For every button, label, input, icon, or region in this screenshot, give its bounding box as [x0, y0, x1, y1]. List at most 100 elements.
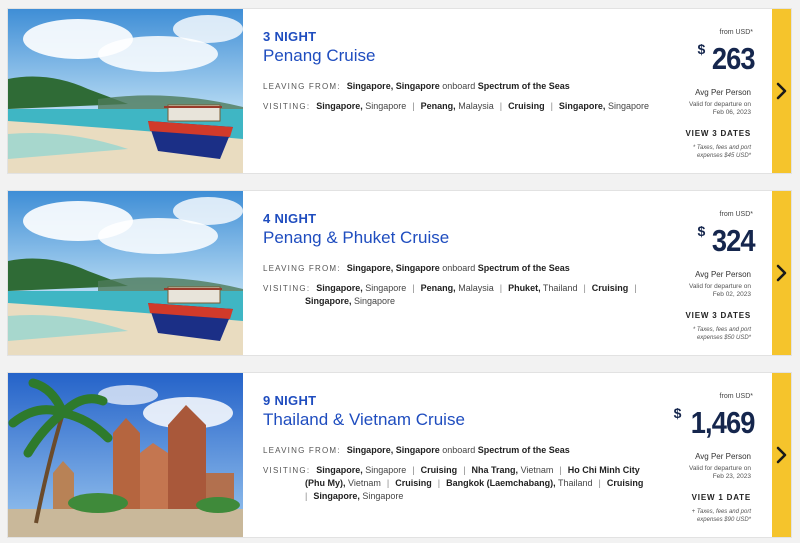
- stop-bold: Cruising: [508, 101, 545, 111]
- cruise-nights: 4 NIGHT: [263, 211, 317, 226]
- stop-bold: Singapore,: [305, 296, 352, 306]
- leaving-from-row: LEAVING FROM: Singapore, Singapore onboar…: [263, 444, 683, 457]
- divider: |: [463, 465, 466, 475]
- visiting-label: VISITING:: [263, 284, 311, 293]
- price-block: from USD* $1,469 Avg Per Person Valid fo…: [657, 393, 757, 524]
- divider: |: [412, 283, 415, 293]
- cruise-name[interactable]: Thailand & Vietnam Cruise: [263, 410, 683, 430]
- divider: |: [437, 478, 441, 488]
- divider: |: [583, 283, 586, 293]
- taxes-line: + Taxes, fees and port: [691, 509, 751, 515]
- stop-bold: Cruising: [395, 478, 432, 488]
- stop-bold: Ho Chi Minh City: [567, 465, 640, 475]
- cruise-card[interactable]: 4 NIGHT Penang & Phuket Cruise LEAVING F…: [7, 190, 792, 356]
- valid-line: Valid for departure on: [688, 283, 751, 290]
- stop-rest: Malaysia: [458, 283, 494, 293]
- view-cruise-button[interactable]: [772, 373, 791, 537]
- cruise-card[interactable]: 9 NIGHT Thailand & Vietnam Cruise LEAVIN…: [7, 372, 792, 538]
- stop-rest: Thailand: [542, 283, 578, 293]
- stop-rest: Thailand: [557, 478, 593, 488]
- cruise-card[interactable]: 3 NIGHT Penang Cruise LEAVING FROM: Singa…: [7, 8, 792, 174]
- from-usd-label: from USD*: [719, 393, 753, 400]
- chevron-right-icon: [776, 82, 787, 100]
- ship-name: Spectrum of the Seas: [477, 445, 570, 455]
- taxes-note: + Taxes, fees and port expenses $90 USD*: [657, 508, 757, 524]
- view-dates-link[interactable]: VIEW 1 DATE: [657, 493, 757, 502]
- cruise-name[interactable]: Penang & Phuket Cruise: [263, 228, 683, 248]
- divider: |: [412, 465, 415, 475]
- taxes-note: * Taxes, fees and port expenses $45 USD*: [657, 144, 757, 160]
- stop-bold: Bangkok (Laemchabang),: [446, 478, 556, 488]
- stop-rest: Singapore: [365, 101, 407, 111]
- leaving-port: Singapore, Singapore: [346, 81, 440, 91]
- chevron-right-icon: [776, 264, 787, 282]
- stop-bold: Singapore,: [558, 101, 606, 111]
- cruise-photo-beach-boat: [8, 191, 243, 355]
- currency-symbol: $: [673, 405, 682, 421]
- valid-date: Feb 02, 2023: [712, 291, 751, 298]
- taxes-line: * Taxes, fees and port: [692, 327, 751, 333]
- price-value: 1,469: [691, 405, 756, 440]
- taxes-line: expenses $50 USD*: [696, 335, 751, 341]
- leaving-port: Singapore, Singapore: [346, 445, 440, 455]
- stop-bold: Penang,: [420, 101, 456, 111]
- stop-rest: Vietnam: [520, 465, 554, 475]
- stop-bold: Cruising: [606, 478, 644, 488]
- cruise-name[interactable]: Penang Cruise: [263, 46, 683, 66]
- valid-date: Feb 23, 2023: [712, 473, 751, 480]
- currency-symbol: $: [697, 223, 706, 239]
- cruise-photo-beach-boat: [8, 9, 243, 173]
- cruise-photo-temple-palm: [8, 373, 243, 537]
- onboard-text: onboard: [442, 445, 476, 455]
- taxes-line: expenses $45 USD*: [696, 153, 751, 159]
- onboard-text: onboard: [442, 263, 476, 273]
- price-value: 324: [712, 223, 756, 258]
- divider: |: [386, 478, 390, 488]
- stop-rest: Singapore: [365, 283, 407, 293]
- leaving-port: Singapore, Singapore: [346, 263, 440, 273]
- divider: |: [598, 478, 601, 488]
- stop-rest: Singapore: [607, 101, 649, 111]
- divider: |: [550, 101, 553, 111]
- visiting-row: VISITING: Singapore, Singapore | Cruising | N…: [263, 464, 683, 503]
- stop-rest: Singapore: [365, 465, 407, 475]
- stop-line3: | Singapore, Singapore: [263, 491, 403, 501]
- leaving-from-label: LEAVING FROM:: [263, 82, 341, 91]
- stop-bold: (Phu My),: [305, 478, 346, 488]
- view-dates-link[interactable]: VIEW 3 DATES: [657, 129, 757, 138]
- onboard-text: onboard: [442, 81, 476, 91]
- view-dates-link[interactable]: VIEW 3 DATES: [657, 311, 757, 320]
- visiting-row: VISITING: Singapore, Singapore | Penang, Ma…: [263, 100, 683, 113]
- ship-name: Spectrum of the Seas: [477, 81, 570, 91]
- from-usd-label: from USD*: [719, 211, 753, 218]
- avg-per-person: Avg Per Person: [695, 452, 751, 461]
- leaving-from-label: LEAVING FROM:: [263, 264, 341, 273]
- valid-line: Valid for departure on: [688, 101, 751, 108]
- taxes-line: * Taxes, fees and port: [692, 145, 751, 151]
- leaving-from-row: LEAVING FROM: Singapore, Singapore onboar…: [263, 80, 683, 93]
- divider: |: [412, 101, 415, 111]
- taxes-note: * Taxes, fees and port expenses $50 USD*: [657, 326, 757, 342]
- stop-bold: Cruising: [420, 465, 458, 475]
- view-cruise-button[interactable]: [772, 191, 791, 355]
- stop-line2: (Phu My), Vietnam | Cruising | Bangkok (Laem…: [263, 478, 643, 488]
- cruise-nights: 3 NIGHT: [263, 29, 317, 44]
- from-usd-label: from USD*: [719, 29, 753, 36]
- price-block: from USD* $263 Avg Per Person Valid for …: [657, 29, 757, 160]
- view-cruise-button[interactable]: [772, 9, 791, 173]
- valid-departure: Valid for departure on Feb 02, 2023: [657, 283, 757, 299]
- visiting-label: VISITING:: [263, 466, 311, 475]
- valid-date: Feb 06, 2023: [712, 109, 751, 116]
- stop-bold: Phuket,: [508, 283, 541, 293]
- avg-per-person: Avg Per Person: [695, 270, 751, 279]
- stop-bold: Nha Trang,: [471, 465, 519, 475]
- stop-line2: Singapore, Singapore: [263, 296, 395, 306]
- divider: |: [634, 283, 637, 293]
- leaving-from-row: LEAVING FROM: Singapore, Singapore onboar…: [263, 262, 683, 275]
- price-amount: $324: [657, 223, 757, 264]
- leaving-from-label: LEAVING FROM:: [263, 446, 341, 455]
- divider: |: [305, 491, 308, 501]
- chevron-right-icon: [776, 446, 787, 464]
- stop-bold: Singapore,: [313, 491, 360, 501]
- price-value: 263: [712, 41, 756, 76]
